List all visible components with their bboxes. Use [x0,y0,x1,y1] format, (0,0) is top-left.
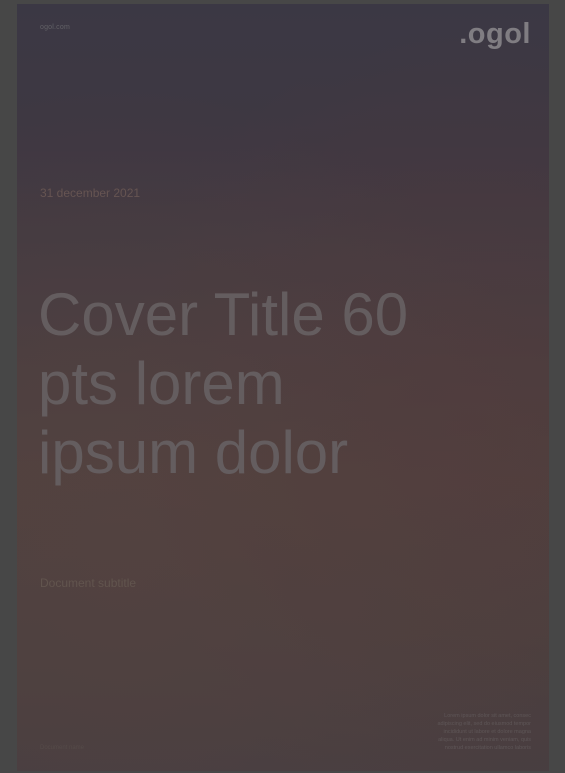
document-subtitle: Document subtitle [40,576,137,590]
footer-text-line: aliqua. Ut enim ad minim veniam, quis [438,737,531,743]
footer-text-line: adipiscing elit, sed do eiusmod tempor [437,721,531,727]
footer-text-block: Lorem ipsum dolor sit amet, consec adipi… [401,712,531,752]
footer-text-line: Lorem ipsum dolor sit amet, consec [444,713,531,719]
document-name: Document name [40,745,85,751]
cover-title: Cover Title 60 pts lorem ipsum dolor [38,281,409,486]
document-viewer: ogol.com .ogol 31 december 2021 Cover Ti… [0,0,565,773]
website-url: ogol.com [40,24,71,31]
footer-text-line: incididunt ut labore et dolore magna [443,729,531,735]
cover-page: ogol.com .ogol 31 december 2021 Cover Ti… [17,4,549,771]
logo: .ogol [459,18,531,50]
footer-text-line: nostrud exercitation ullamco laboris [444,745,531,751]
document-date: 31 december 2021 [40,186,141,200]
